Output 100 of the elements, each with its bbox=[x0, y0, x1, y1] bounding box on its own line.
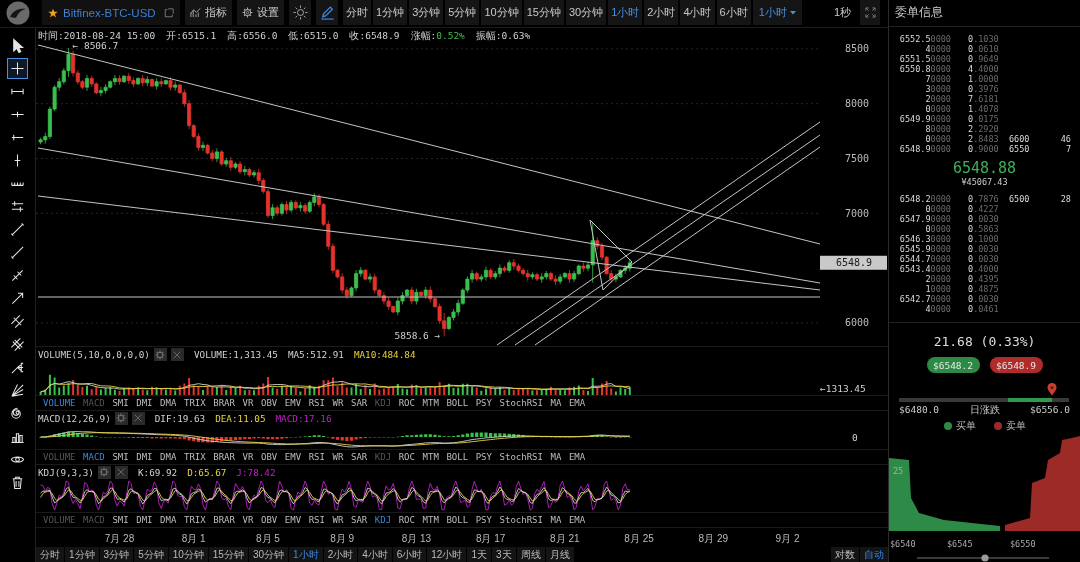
indicator-tab[interactable]: PSY bbox=[475, 398, 492, 408]
theme-button[interactable] bbox=[289, 0, 311, 25]
indicator-tab[interactable]: OBV bbox=[260, 515, 278, 525]
period-tab[interactable]: 3天 bbox=[492, 547, 516, 562]
period-tab[interactable]: 周线 bbox=[516, 547, 545, 562]
indicator-tab[interactable]: EMA bbox=[568, 398, 586, 408]
period-tab[interactable]: 分时 bbox=[36, 547, 64, 562]
indicator-tab[interactable]: SAR bbox=[351, 515, 368, 525]
period-tab[interactable]: 2小时 bbox=[323, 547, 358, 562]
sell-price-button[interactable]: $6548.9 bbox=[989, 357, 1043, 373]
indicator-tab[interactable]: WR bbox=[332, 515, 344, 525]
period-tab[interactable]: 1天 bbox=[467, 547, 491, 562]
indicator-tab[interactable]: OBV bbox=[260, 452, 278, 462]
indicator-tab[interactable]: StochRSI bbox=[499, 452, 543, 462]
indicator-tab[interactable]: MA bbox=[550, 515, 562, 525]
indicator-tab[interactable]: MA bbox=[550, 398, 562, 408]
indicator-tab[interactable]: EMA bbox=[568, 452, 586, 462]
buy-price-button[interactable]: $6548.2 bbox=[926, 357, 980, 373]
period-tab[interactable]: 6小时 bbox=[716, 0, 751, 25]
indicator-tab[interactable]: OBV bbox=[260, 398, 278, 408]
period-tab[interactable]: 30分钟 bbox=[248, 547, 289, 562]
indicator-tab[interactable]: DMA bbox=[160, 452, 177, 462]
indicator-tab[interactable]: ROC bbox=[398, 452, 415, 462]
indicator-tab[interactable]: EMV bbox=[284, 515, 302, 525]
period-tab[interactable]: 2小时 bbox=[644, 0, 679, 25]
indicator-tab[interactable]: DMA bbox=[160, 515, 177, 525]
trend-line[interactable] bbox=[37, 195, 821, 291]
period-tab[interactable]: 4小时 bbox=[680, 0, 715, 25]
indicator-tab[interactable]: TRIX bbox=[183, 515, 206, 525]
period-tab[interactable]: 1小时 bbox=[608, 0, 643, 25]
indicator-tab[interactable]: MTM bbox=[422, 452, 439, 462]
indicator-tab[interactable]: BOLL bbox=[446, 452, 469, 462]
indicator-tab[interactable]: BRAR bbox=[213, 452, 235, 462]
indicator-tab[interactable]: MTM bbox=[422, 515, 439, 525]
drawing-tool-button[interactable] bbox=[7, 58, 28, 79]
period-tab[interactable]: 1小时 bbox=[289, 547, 323, 562]
indicator-settings-button[interactable] bbox=[153, 348, 167, 361]
indicator-tab[interactable]: DMA bbox=[160, 398, 177, 408]
indicator-tab[interactable]: MA bbox=[550, 452, 562, 462]
period-tab[interactable]: 30分钟 bbox=[565, 0, 607, 25]
indicator-tab[interactable]: SAR bbox=[351, 398, 368, 408]
indicator-tab[interactable]: VOLUME bbox=[43, 398, 76, 408]
new-window-icon[interactable] bbox=[164, 7, 174, 18]
indicator-tab[interactable]: EMA bbox=[568, 515, 586, 525]
indicator-tab[interactable]: MACD bbox=[83, 452, 105, 462]
period-tab[interactable]: 月线 bbox=[545, 547, 574, 562]
indicator-tab[interactable]: StochRSI bbox=[499, 515, 543, 525]
period-dropdown[interactable]: 1小时 bbox=[752, 0, 802, 25]
indicator-tab[interactable]: PSY bbox=[475, 515, 492, 525]
indicator-settings-button[interactable] bbox=[98, 465, 111, 479]
indicator-tab[interactable]: DMI bbox=[136, 515, 153, 525]
period-tab[interactable]: 1分钟 bbox=[65, 547, 99, 562]
period-tab[interactable]: 15分钟 bbox=[208, 547, 248, 562]
period-tab[interactable]: 15分钟 bbox=[523, 0, 564, 25]
period-tab[interactable]: 10分钟 bbox=[168, 547, 208, 562]
period-tab[interactable]: 3分钟 bbox=[409, 0, 444, 25]
indicator-tab[interactable]: TRIX bbox=[183, 452, 206, 462]
trend-line[interactable] bbox=[37, 44, 821, 245]
indicator-tab[interactable]: RSI bbox=[308, 515, 325, 525]
indicator-tab[interactable]: BOLL bbox=[446, 515, 469, 525]
period-tab[interactable]: 6小时 bbox=[392, 547, 427, 562]
period-tab[interactable]: 10分钟 bbox=[481, 0, 522, 25]
draw-button[interactable] bbox=[316, 0, 338, 25]
indicator-tab[interactable]: DMI bbox=[136, 398, 153, 408]
scale-mode-button[interactable]: 自动 bbox=[860, 547, 888, 562]
triangle-drawing[interactable] bbox=[589, 219, 633, 291]
indicator-tab[interactable]: KDJ bbox=[374, 515, 392, 525]
indicator-tab[interactable]: DMI bbox=[136, 452, 153, 462]
period-tab[interactable]: 分时 bbox=[343, 0, 371, 25]
indicator-tab[interactable]: EMV bbox=[284, 452, 302, 462]
period-tab[interactable]: 5分钟 bbox=[445, 0, 480, 25]
indicator-tab[interactable]: RSI bbox=[308, 452, 325, 462]
period-tab[interactable]: 12小时 bbox=[427, 547, 467, 562]
indicator-tab[interactable]: EMV bbox=[284, 398, 302, 408]
period-tab[interactable]: 4小时 bbox=[358, 547, 392, 562]
indicator-tab[interactable]: MTM bbox=[422, 398, 439, 408]
indicator-close-button[interactable] bbox=[115, 465, 128, 479]
indicator-tab[interactable]: VR bbox=[242, 515, 254, 525]
indicator-tab[interactable]: VR bbox=[242, 398, 254, 408]
indicator-settings-button[interactable] bbox=[114, 411, 128, 425]
settings-button[interactable]: 设置 bbox=[237, 0, 284, 25]
indicator-tab[interactable]: SMI bbox=[112, 452, 129, 462]
trend-line[interactable] bbox=[37, 147, 821, 284]
indicator-tab[interactable]: PSY bbox=[475, 452, 492, 462]
indicator-tab[interactable]: SMI bbox=[112, 515, 129, 525]
indicator-tab[interactable]: ROC bbox=[398, 398, 415, 408]
indicator-tab[interactable]: RSI bbox=[308, 398, 325, 408]
indicator-tab[interactable]: SMI bbox=[112, 398, 129, 408]
indicator-tab[interactable]: VR bbox=[242, 452, 254, 462]
indicators-button[interactable]: 指标 bbox=[185, 0, 232, 25]
symbol-tab[interactable]: Bitfinex-BTC-USD bbox=[42, 0, 180, 25]
period-tab[interactable]: 3分钟 bbox=[99, 547, 134, 562]
indicator-tab[interactable]: WR bbox=[332, 452, 344, 462]
indicator-tab[interactable]: WR bbox=[332, 398, 344, 408]
period-tab[interactable]: 1分钟 bbox=[373, 0, 408, 25]
indicator-tab[interactable]: StochRSI bbox=[499, 398, 543, 408]
indicator-tab[interactable]: BRAR bbox=[213, 515, 235, 525]
indicator-tab[interactable]: ROC bbox=[398, 515, 415, 525]
indicator-close-button[interactable] bbox=[131, 411, 145, 425]
scale-mode-button[interactable]: 对数 bbox=[831, 547, 859, 562]
